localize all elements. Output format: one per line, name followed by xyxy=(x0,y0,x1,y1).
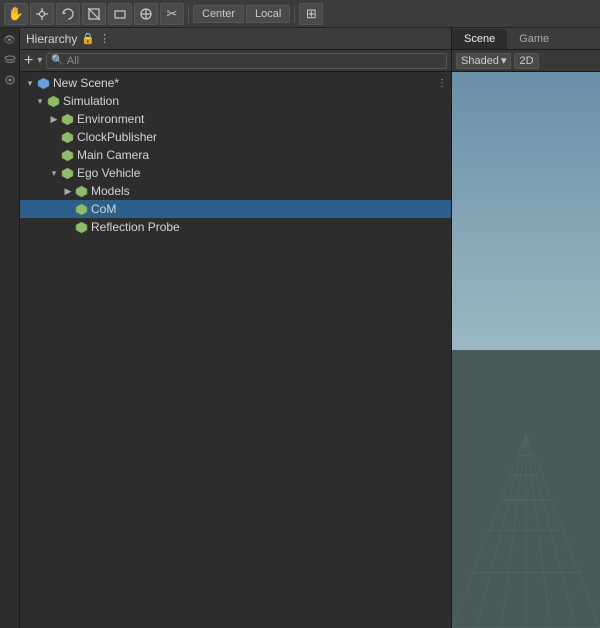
main-toolbar: ✋ ✂ Center xyxy=(0,0,600,28)
pivot-group: Center xyxy=(193,5,244,23)
tree-item-ego-vehicle[interactable]: ▾ Ego Vehicle xyxy=(20,164,451,182)
environment-icon xyxy=(60,112,74,126)
rotate-tool-icon[interactable] xyxy=(56,3,80,25)
visibility-icon[interactable]: 👁 xyxy=(2,32,18,48)
custom-tool-icon[interactable]: ✂ xyxy=(160,3,184,25)
new-scene-label: New Scene* xyxy=(53,76,119,90)
tab-scene[interactable]: Scene xyxy=(452,29,507,49)
reflection-probe-label: Reflection Probe xyxy=(91,220,180,234)
hierarchy-more-icon[interactable]: ⋮ xyxy=(99,32,110,45)
tree-item-com[interactable]: ▶ CoM xyxy=(20,200,451,218)
models-label: Models xyxy=(91,184,130,198)
two-d-button[interactable]: 2D xyxy=(514,53,538,69)
arrow-ego-vehicle[interactable]: ▾ xyxy=(48,164,60,182)
tree-item-main-camera[interactable]: ▶ Main Camera xyxy=(20,146,451,164)
transform-tool-icon[interactable] xyxy=(134,3,158,25)
panels-row: 👁 Hierarchy 🔒 ⋮ + ▾ 🔍 Al xyxy=(0,28,600,628)
models-icon xyxy=(74,184,88,198)
simulation-icon xyxy=(46,94,60,108)
add-object-button[interactable]: + xyxy=(24,53,33,69)
arrow-simulation[interactable]: ▾ xyxy=(34,92,46,110)
tree-item-clock-publisher[interactable]: ▶ ClockPublisher xyxy=(20,128,451,146)
left-icon-bar: 👁 xyxy=(0,28,20,628)
environment-label: Environment xyxy=(77,112,144,126)
sep2 xyxy=(294,5,295,23)
search-icon: 🔍 xyxy=(51,55,63,66)
reflection-probe-icon xyxy=(74,220,88,234)
rect-tool-icon[interactable] xyxy=(108,3,132,25)
tree-item-reflection-probe[interactable]: ▶ Reflection Probe xyxy=(20,218,451,236)
simulation-label: Simulation xyxy=(63,94,119,108)
scale-tool-icon[interactable] xyxy=(82,3,106,25)
grid-overlay xyxy=(452,350,600,628)
arrow-new-scene[interactable]: ▾ xyxy=(24,74,36,92)
arrow-environment[interactable]: ▶ xyxy=(48,110,60,128)
scene-tabs: Scene Game xyxy=(452,28,600,50)
hierarchy-panel: Hierarchy 🔒 ⋮ + ▾ 🔍 All ▾ xyxy=(20,28,452,628)
hierarchy-tree: ▾ New Scene* ⋮ ▾ Simulation xyxy=(20,72,451,628)
shaded-dropdown[interactable]: Shaded ▾ xyxy=(456,53,511,69)
hand-tool-icon[interactable]: ✋ xyxy=(4,3,28,25)
tree-item-models[interactable]: ▶ Models xyxy=(20,182,451,200)
move-tool-icon[interactable] xyxy=(30,3,54,25)
clock-publisher-label: ClockPublisher xyxy=(77,130,157,144)
filter-icon[interactable] xyxy=(2,72,18,88)
search-placeholder: All xyxy=(67,55,79,67)
arrow-models[interactable]: ▶ xyxy=(62,182,74,200)
layer-icon[interactable] xyxy=(2,52,18,68)
scene-toolbar: Shaded ▾ 2D xyxy=(452,50,600,72)
tree-item-environment[interactable]: ▶ Environment xyxy=(20,110,451,128)
main-camera-icon xyxy=(60,148,74,162)
sky-background xyxy=(452,72,600,378)
grid-icon[interactable]: ⊞ xyxy=(299,3,323,25)
com-icon xyxy=(74,202,88,216)
add-dropdown-arrow[interactable]: ▾ xyxy=(37,55,42,66)
new-scene-more[interactable]: ⋮ xyxy=(437,78,447,89)
com-label: CoM xyxy=(91,202,116,216)
scene-icon xyxy=(36,76,50,90)
tab-game[interactable]: Game xyxy=(507,29,561,49)
shaded-label: Shaded xyxy=(461,55,499,67)
hierarchy-header: Hierarchy 🔒 ⋮ xyxy=(20,28,451,50)
hierarchy-lock-icon[interactable]: 🔒 xyxy=(81,32,95,45)
tree-item-new-scene[interactable]: ▾ New Scene* ⋮ xyxy=(20,74,451,92)
tree-item-simulation[interactable]: ▾ Simulation xyxy=(20,92,451,110)
center-button[interactable]: Center xyxy=(194,6,243,22)
ego-vehicle-label: Ego Vehicle xyxy=(77,166,140,180)
main-camera-label: Main Camera xyxy=(77,148,149,162)
search-box[interactable]: 🔍 All xyxy=(46,53,447,69)
clock-publisher-icon xyxy=(60,130,74,144)
sep1 xyxy=(188,5,189,23)
scene-viewport[interactable] xyxy=(452,72,600,628)
shaded-dropdown-arrow: ▾ xyxy=(501,54,507,67)
scene-panel: Scene Game Shaded ▾ 2D xyxy=(452,28,600,628)
local-button[interactable]: Local xyxy=(247,6,289,22)
hierarchy-title: Hierarchy xyxy=(26,32,77,46)
hierarchy-toolbar: + ▾ 🔍 All xyxy=(20,50,451,72)
ego-vehicle-icon xyxy=(60,166,74,180)
space-group: Local xyxy=(246,5,290,23)
